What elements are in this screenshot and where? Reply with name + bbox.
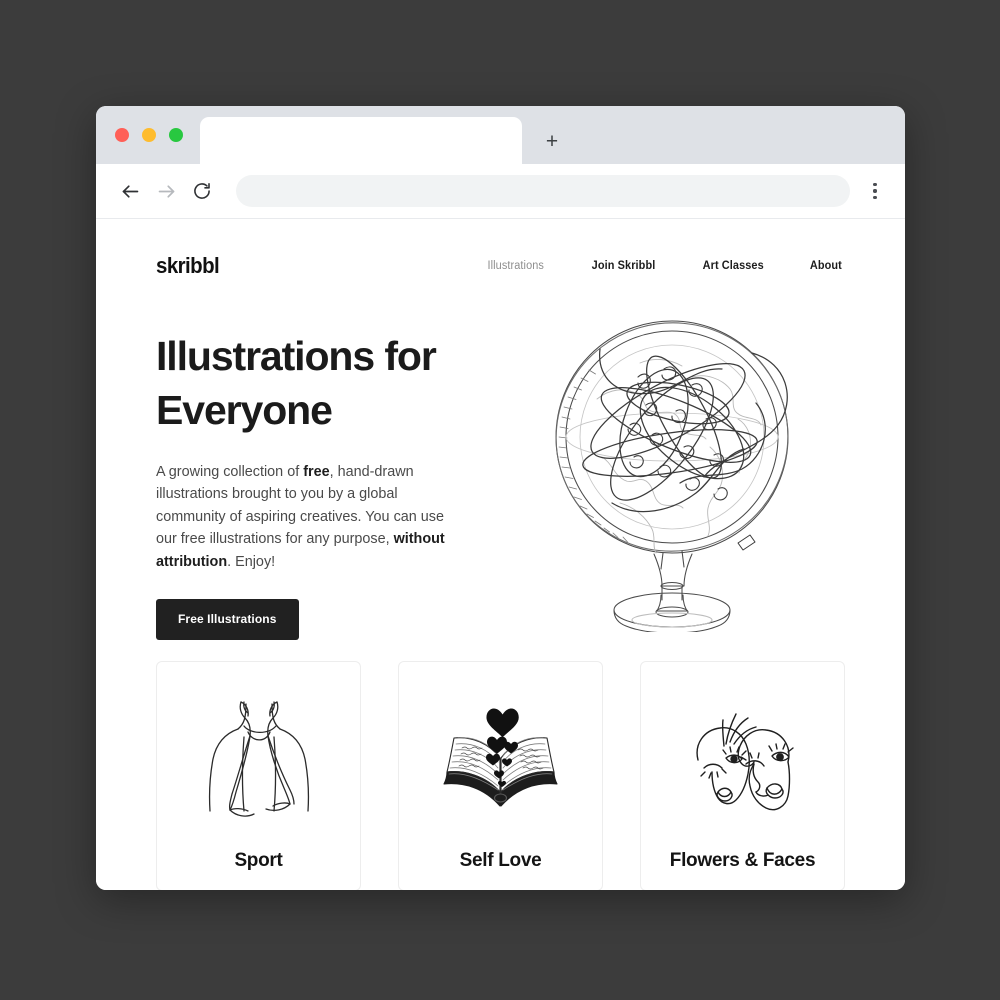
two-line-art-faces-icon	[695, 712, 794, 810]
category-title: Self Love	[459, 850, 542, 871]
category-card-sport[interactable]: Sport	[156, 661, 361, 890]
nav-link-about[interactable]: About	[810, 260, 842, 272]
hero-title-line-1: Illustrations for	[156, 333, 437, 379]
card-artwork	[399, 662, 602, 850]
browser-window: + skribbl Illustrations Join Skribbl Art…	[96, 106, 905, 890]
hero-description: A growing collection of free, hand-drawn…	[156, 461, 464, 573]
page-viewport: skribbl Illustrations Join Skribbl Art C…	[96, 219, 905, 890]
close-window-button[interactable]	[115, 128, 129, 142]
browser-toolbar	[96, 164, 905, 219]
nav-link-join-skribbl[interactable]: Join Skribbl	[592, 260, 656, 272]
hero-description-bold-free: free	[303, 464, 330, 480]
reload-button[interactable]	[184, 173, 220, 209]
maximize-window-button[interactable]	[169, 128, 183, 142]
hero-title-line-2: Everyone	[156, 387, 333, 433]
hero-artwork	[486, 305, 857, 649]
minimize-window-button[interactable]	[142, 128, 156, 142]
forward-button[interactable]	[148, 173, 184, 209]
free-illustrations-button[interactable]: Free Illustrations	[156, 599, 299, 641]
site-logo[interactable]: skribbl	[156, 253, 220, 279]
back-button[interactable]	[112, 173, 148, 209]
hero-description-part-3: . Enjoy!	[227, 553, 276, 570]
hero-section: Illustrations for Everyone A growing col…	[96, 281, 905, 649]
category-card-self-love[interactable]: Self Love	[398, 661, 603, 890]
torso-with-towel-icon	[208, 700, 309, 817]
scribbled-globe-icon	[554, 320, 789, 632]
browser-menu-icon[interactable]	[862, 174, 888, 208]
card-artwork	[641, 662, 844, 850]
browser-tab-active[interactable]	[200, 117, 522, 164]
page-title: Illustrations for Everyone	[156, 329, 486, 437]
address-bar[interactable]	[236, 175, 850, 207]
nav-link-illustrations[interactable]: Illustrations	[488, 260, 544, 272]
card-artwork	[157, 662, 360, 850]
new-tab-button[interactable]: +	[542, 131, 562, 153]
browser-tab-strip: +	[96, 106, 905, 164]
category-title: Flowers & Faces	[669, 850, 816, 871]
category-card-flowers-faces[interactable]: Flowers & Faces	[640, 661, 845, 890]
category-card-grid: Sport Self Love Flowers & Faces	[96, 661, 905, 890]
category-title: Sport	[234, 850, 283, 871]
window-traffic-lights	[96, 106, 200, 164]
site-navigation: Illustrations Join Skribbl Art Classes A…	[486, 260, 843, 272]
nav-link-art-classes[interactable]: Art Classes	[703, 260, 764, 272]
site-header: skribbl Illustrations Join Skribbl Art C…	[96, 219, 905, 281]
hero-description-part-1: A growing collection of	[156, 464, 304, 480]
open-book-with-hearts-icon	[443, 708, 558, 807]
hero-text-block: Illustrations for Everyone A growing col…	[156, 305, 486, 649]
